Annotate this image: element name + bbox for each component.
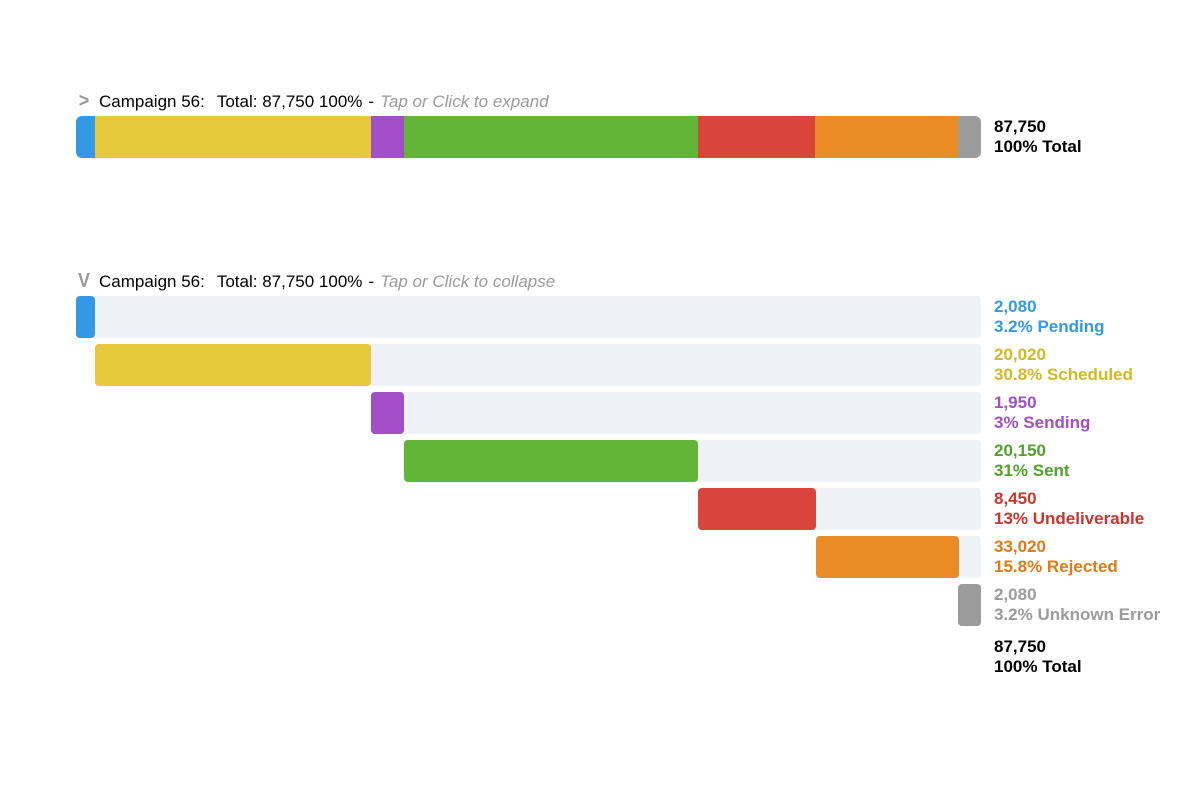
label-scheduled: 20,020 30.8% Scheduled	[994, 345, 1133, 384]
label-sent-value: 20,150	[994, 441, 1070, 461]
label-sent: 20,150 31% Sent	[994, 441, 1070, 480]
row-pending-track	[76, 296, 981, 338]
expanded-header[interactable]: V Campaign 56: Total: 87,750 100% - Tap …	[75, 271, 555, 291]
seg-sending	[371, 116, 404, 158]
row-sending-fill	[371, 392, 404, 434]
label-sending-detail: 3% Sending	[994, 413, 1090, 433]
campaign-title: Campaign 56:	[99, 93, 205, 110]
campaign-title: Campaign 56:	[99, 273, 205, 290]
seg-unknown	[958, 116, 981, 158]
label-pending-detail: 3.2% Pending	[994, 317, 1105, 337]
label-scheduled-value: 20,020	[994, 345, 1133, 365]
row-scheduled-fill	[95, 344, 371, 386]
collapsed-header[interactable]: > Campaign 56: Total: 87,750 100% - Tap …	[75, 91, 549, 111]
label-rejected: 33,020 15.8% Rejected	[994, 537, 1118, 576]
seg-scheduled	[95, 116, 371, 158]
label-unknown-detail: 3.2% Unknown Error	[994, 605, 1160, 625]
label-total-detail: 100% Total	[994, 657, 1082, 677]
collapsed-total-value: 87,750	[994, 117, 1082, 137]
label-pending-value: 2,080	[994, 297, 1105, 317]
seg-sent	[404, 116, 698, 158]
collapsed-stacked-bar[interactable]	[76, 116, 981, 158]
seg-rejected	[815, 116, 958, 158]
label-scheduled-detail: 30.8% Scheduled	[994, 365, 1133, 385]
label-undeliverable-value: 8,450	[994, 489, 1144, 509]
label-unknown-value: 2,080	[994, 585, 1160, 605]
seg-undeliverable	[698, 116, 816, 158]
row-unknown-fill	[958, 584, 981, 626]
label-total: 87,750 100% Total	[994, 637, 1082, 676]
campaign-summary: Total: 87,750 100%	[217, 273, 363, 290]
dash: -	[368, 273, 374, 290]
row-sent-fill	[404, 440, 698, 482]
row-undeliverable-fill	[698, 488, 816, 530]
label-unknown: 2,080 3.2% Unknown Error	[994, 585, 1160, 624]
label-sending: 1,950 3% Sending	[994, 393, 1090, 432]
dash: -	[368, 93, 374, 110]
collapse-hint: Tap or Click to collapse	[380, 273, 555, 290]
label-total-value: 87,750	[994, 637, 1082, 657]
collapsed-total-detail: 100% Total	[994, 137, 1082, 157]
chevron-down-icon: V	[76, 271, 92, 291]
label-sent-detail: 31% Sent	[994, 461, 1070, 481]
row-pending-fill	[76, 296, 95, 338]
row-rejected-fill	[816, 536, 959, 578]
label-undeliverable-detail: 13% Undeliverable	[994, 509, 1144, 529]
label-rejected-detail: 15.8% Rejected	[994, 557, 1118, 577]
collapsed-total-label: 87,750 100% Total	[994, 117, 1082, 156]
label-pending: 2,080 3.2% Pending	[994, 297, 1105, 336]
row-sending-track	[371, 392, 981, 434]
label-sending-value: 1,950	[994, 393, 1090, 413]
campaign-summary: Total: 87,750 100%	[217, 93, 363, 110]
chevron-right-icon: >	[76, 91, 92, 111]
label-undeliverable: 8,450 13% Undeliverable	[994, 489, 1144, 528]
seg-pending	[76, 116, 95, 158]
label-rejected-value: 33,020	[994, 537, 1118, 557]
expand-hint: Tap or Click to expand	[380, 93, 549, 110]
